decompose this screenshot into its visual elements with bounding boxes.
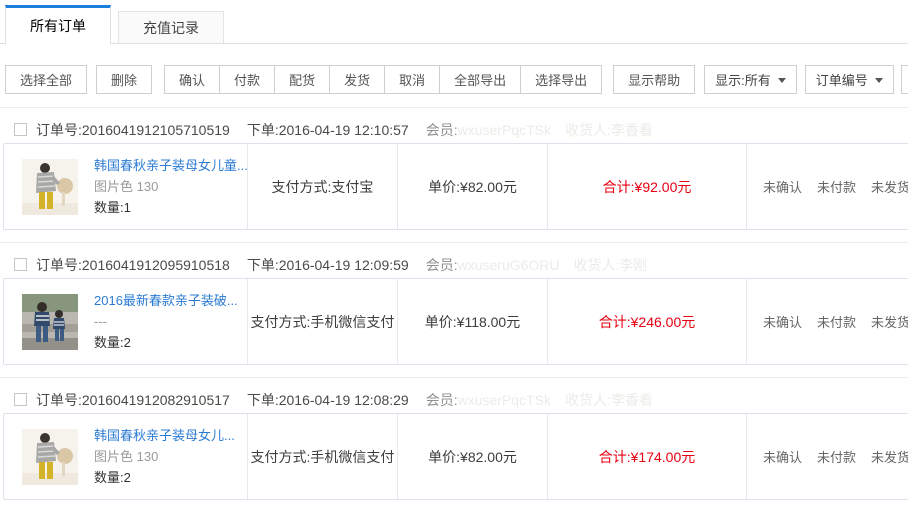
product-quantity: 数量:2 [94,467,235,488]
cancel-button[interactable]: 取消 [385,65,440,94]
order-total: 合计:¥246.00元 [548,279,747,364]
status-unshipped: 未发货 [871,312,908,331]
chevron-down-icon [875,78,883,83]
order-header: 订单号:2016041912082910517 下单:2016-04-19 12… [0,386,908,413]
tab-bar: 所有订单 充值记录 [0,0,908,44]
product-image[interactable] [22,429,78,485]
order-number: 订单号:2016041912095910518 [36,255,230,275]
order-placed-time: 下单:2016-04-19 12:08:29 [247,390,409,410]
order-row: 订单号:2016041912095910518 下单:2016-04-19 12… [0,242,908,377]
action-button-group: 确认 付款 配货 发货 取消 全部导出 选择导出 [164,65,602,94]
unit-price: 单价:¥82.00元 [398,414,548,499]
product-cell: 韩国春秋亲子装母女儿... 图片色 130 数量:2 [4,414,248,499]
order-search-input[interactable] [901,65,908,94]
chevron-down-icon [778,78,786,83]
order-placed-time: 下单:2016-04-19 12:09:59 [247,255,409,275]
status-unshipped: 未发货 [871,177,908,196]
order-detail-box: 韩国春秋亲子装母女儿... 图片色 130 数量:2 支付方式:手机微信支付 单… [3,413,908,500]
product-cell: 2016最新春款亲子装破... --- 数量:2 [4,279,248,364]
product-variant: 图片色 130 [94,176,248,197]
status-unpaid: 未付款 [817,177,856,196]
product-title-link[interactable]: 韩国春秋亲子装母女儿童... [94,155,248,176]
tab-recharge-records[interactable]: 充值记录 [118,11,224,43]
confirm-button[interactable]: 确认 [164,65,220,94]
member-value: wxuserPqcTSk [458,392,551,408]
product-cell: 韩国春秋亲子装母女儿童... 图片色 130 数量:1 [4,144,248,229]
ship-button[interactable]: 发货 [330,65,385,94]
receiver-value: 收货人:李香看 [565,390,653,410]
order-status: 未确认 未付款 未发货 [747,414,908,499]
show-help-button[interactable]: 显示帮助 [613,65,695,94]
status-unshipped: 未发货 [871,447,908,466]
order-row: 订单号:2016041912082910517 下单:2016-04-19 12… [0,377,908,512]
member-value: wxuseruG6ORU [458,257,560,273]
order-header: 订单号:2016041912105710519 下单:2016-04-19 12… [0,116,908,143]
toolbar: 选择全部 删除 确认 付款 配货 发货 取消 全部导出 选择导出 显示帮助 显示… [5,65,908,94]
search-type-dropdown[interactable]: 订单编号 [805,65,894,94]
member-label: 会员: [426,390,458,410]
order-detail-box: 韩国春秋亲子装母女儿童... 图片色 130 数量:1 支付方式:支付宝 单价:… [3,143,908,230]
order-number: 订单号:2016041912105710519 [36,120,230,140]
order-detail-box: 2016最新春款亲子装破... --- 数量:2 支付方式:手机微信支付 单价:… [3,278,908,365]
order-list: 订单号:2016041912105710519 下单:2016-04-19 12… [0,107,908,512]
tab-all-orders[interactable]: 所有订单 [5,5,111,44]
delete-button[interactable]: 删除 [96,65,152,94]
product-image[interactable] [22,294,78,350]
status-unconfirmed: 未确认 [763,177,802,196]
payment-method: 支付方式:支付宝 [248,144,398,229]
receiver-value: 收货人:李刚 [574,255,648,275]
product-title-link[interactable]: 2016最新春款亲子装破... [94,290,238,311]
export-all-button[interactable]: 全部导出 [440,65,521,94]
status-unconfirmed: 未确认 [763,312,802,331]
export-selected-button[interactable]: 选择导出 [521,65,602,94]
unit-price: 单价:¥82.00元 [398,144,548,229]
status-unpaid: 未付款 [817,447,856,466]
product-info: 2016最新春款亲子装破... --- 数量:2 [94,290,238,353]
product-info: 韩国春秋亲子装母女儿... 图片色 130 数量:2 [94,425,235,488]
product-image[interactable] [22,159,78,215]
product-variant: 图片色 130 [94,446,235,467]
payment-method: 支付方式:手机微信支付 [248,279,398,364]
order-checkbox[interactable] [14,123,27,136]
show-filter-dropdown[interactable]: 显示:所有 [704,65,797,94]
product-quantity: 数量:2 [94,332,238,353]
member-label: 会员: [426,255,458,275]
receiver-value: 收货人:李香看 [565,120,653,140]
product-title-link[interactable]: 韩国春秋亲子装母女儿... [94,425,235,446]
product-quantity: 数量:1 [94,197,248,218]
member-value: wxuserPqcTSk [458,122,551,138]
member-label: 会员: [426,120,458,140]
show-filter-label: 显示:所有 [715,70,771,89]
order-checkbox[interactable] [14,258,27,271]
product-variant: --- [94,311,238,332]
payment-method: 支付方式:手机微信支付 [248,414,398,499]
order-total: 合计:¥92.00元 [548,144,747,229]
toolbar-right-cluster: 显示:所有 订单编号 [704,65,908,94]
unit-price: 单价:¥118.00元 [398,279,548,364]
search-type-label: 订单编号 [816,70,868,89]
pay-button[interactable]: 付款 [220,65,275,94]
order-row: 订单号:2016041912105710519 下单:2016-04-19 12… [0,107,908,242]
select-all-button[interactable]: 选择全部 [5,65,87,94]
order-header: 订单号:2016041912095910518 下单:2016-04-19 12… [0,251,908,278]
order-status: 未确认 未付款 未发货 [747,144,908,229]
order-checkbox[interactable] [14,393,27,406]
order-number: 订单号:2016041912082910517 [36,390,230,410]
status-unconfirmed: 未确认 [763,447,802,466]
product-info: 韩国春秋亲子装母女儿童... 图片色 130 数量:1 [94,155,248,218]
order-total: 合计:¥174.00元 [548,414,747,499]
order-status: 未确认 未付款 未发货 [747,279,908,364]
order-placed-time: 下单:2016-04-19 12:10:57 [247,120,409,140]
status-unpaid: 未付款 [817,312,856,331]
allocate-button[interactable]: 配货 [275,65,330,94]
